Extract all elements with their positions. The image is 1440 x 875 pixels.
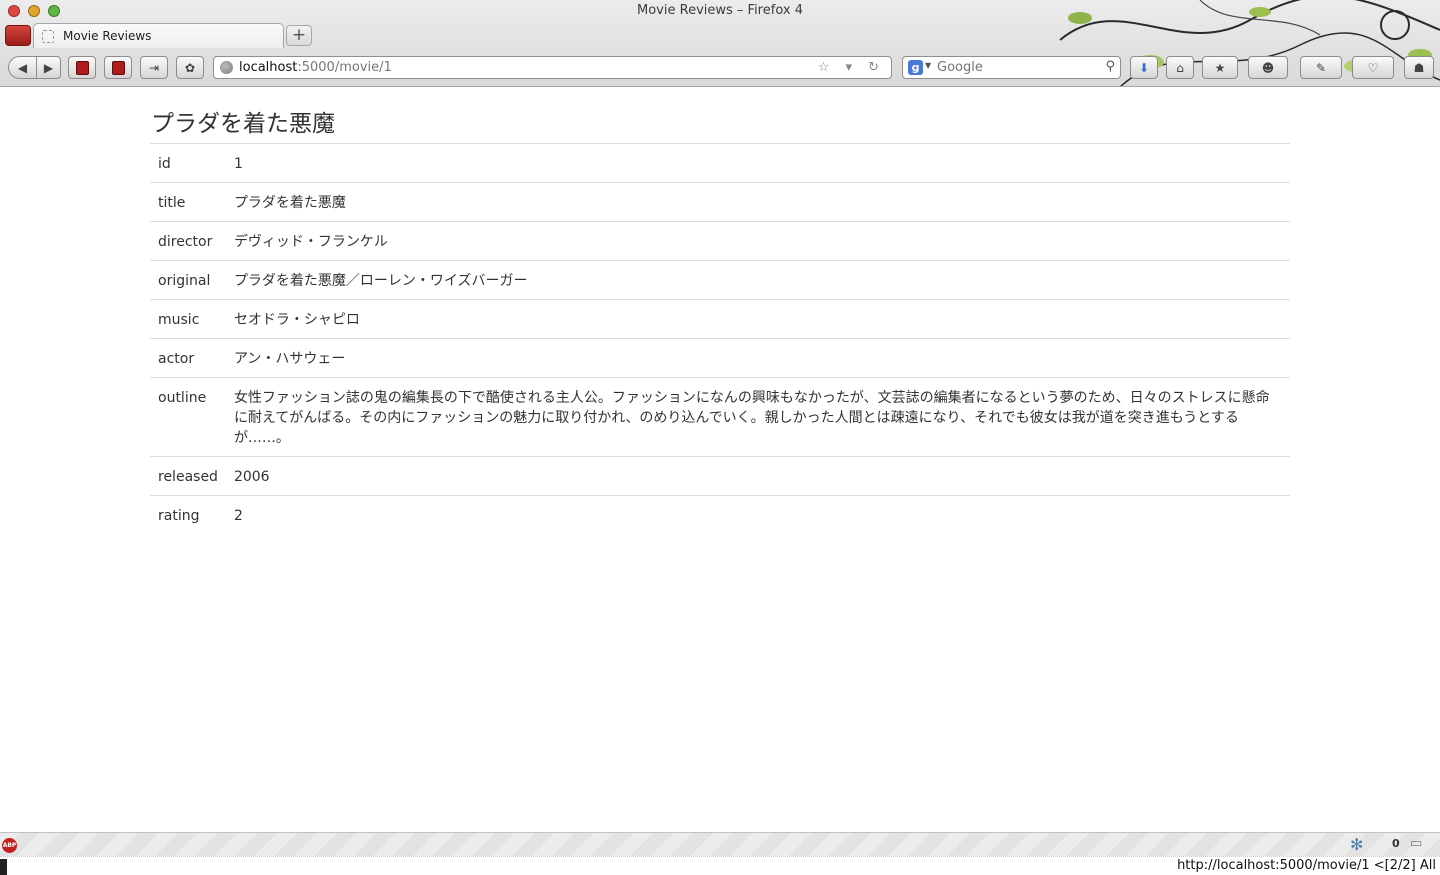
url-bar[interactable]: localhost:5000/movie/1 ☆ ▾ ↻: [213, 56, 892, 79]
back-button[interactable]: ◀: [8, 56, 37, 79]
bookmark-red-book-button[interactable]: [68, 56, 96, 79]
home-icon: ⌂: [1176, 60, 1184, 75]
downloads-button[interactable]: ⬇: [1130, 56, 1158, 79]
greasemonkey-button[interactable]: ☻: [1248, 56, 1288, 79]
google-icon[interactable]: g: [908, 60, 923, 75]
tab-label: Movie Reviews: [63, 29, 152, 43]
field-key: original: [150, 260, 226, 300]
puzzle-icon: ✿: [184, 60, 196, 75]
field-value: 2006: [225, 456, 1290, 496]
navigation-toolbar: ◀ ▶ ⇥ ✿ localhost:5000/movie/1 ☆ ▾ ↻ g ▼…: [0, 50, 1440, 86]
field-key: music: [150, 299, 226, 339]
search-icon[interactable]: ⚲: [1105, 59, 1115, 74]
notification-count: 0: [1392, 837, 1400, 850]
field-key: outline: [150, 377, 226, 457]
bookmark-red-t-button[interactable]: [104, 56, 132, 79]
field-key: title: [150, 182, 226, 222]
firefox-app-menu-button[interactable]: [5, 25, 31, 46]
field-key: actor: [150, 338, 226, 378]
table-row: id 1: [150, 143, 1290, 183]
url-text[interactable]: localhost:5000/movie/1: [239, 60, 392, 75]
search-input[interactable]: [937, 60, 1097, 75]
field-value: 2: [225, 495, 1290, 534]
page-favicon-icon: [42, 30, 54, 43]
table-row: rating 2: [150, 495, 1290, 534]
adblock-plus-icon[interactable]: ABP: [2, 838, 17, 853]
speech-bubble-icon[interactable]: ▭: [1410, 836, 1422, 851]
url-path: :5000/movie/1: [297, 60, 392, 75]
table-row: released 2006: [150, 456, 1290, 496]
field-value: デヴィッド・フランケル: [225, 221, 1290, 261]
avatar-icon: ☗: [1413, 60, 1425, 75]
star-icon: ★: [1214, 60, 1226, 75]
field-value: 女性ファッション誌の鬼の編集長の下で酷使される主人公。ファッションになんの興味も…: [225, 377, 1290, 457]
gear-icon[interactable]: ✻: [1350, 835, 1363, 854]
field-value: アン・ハサウェー: [225, 338, 1290, 378]
table-row: title プラダを着た悪魔: [150, 182, 1290, 222]
table-row: actor アン・ハサウェー: [150, 338, 1290, 378]
globe-icon: [220, 61, 233, 74]
status-text: http://localhost:5000/movie/1 <[2/2] All: [1177, 858, 1436, 873]
field-key: released: [150, 456, 226, 496]
t-icon: [111, 60, 125, 75]
window-title: Movie Reviews – Firefox 4: [637, 3, 803, 18]
extension-button[interactable]: ✿: [176, 56, 204, 79]
new-tab-button[interactable]: +: [286, 25, 312, 46]
table-row: outline 女性ファッション誌の鬼の編集長の下で酷使される主人公。ファッション…: [150, 377, 1290, 457]
field-key: director: [150, 221, 226, 261]
status-bar: http://localhost:5000/movie/1 <[2/2] All: [0, 856, 1440, 875]
field-value: セオドラ・シャピロ: [225, 299, 1290, 339]
page-title: プラダを着た悪魔: [151, 111, 335, 137]
book-icon: [75, 60, 89, 75]
page-content: プラダを着た悪魔 id 1 title プラダを着た悪魔 director デヴィッド…: [0, 88, 1440, 832]
field-key: id: [150, 143, 226, 183]
browser-chrome: Movie Reviews – Firefox 4 Movie Reviews …: [0, 0, 1440, 87]
pocket-button[interactable]: ♡: [1352, 56, 1394, 79]
table-row: music セオドラ・シャピロ: [150, 299, 1290, 339]
field-value: プラダを着た悪魔／ローレン・ワイズバーガー: [225, 260, 1290, 300]
table-row: original プラダを着た悪魔／ローレン・ワイズバーガー: [150, 260, 1290, 300]
share-button[interactable]: ⇥: [140, 56, 168, 79]
avatar-button[interactable]: ☗: [1404, 56, 1434, 79]
tab-movie-reviews[interactable]: Movie Reviews: [33, 23, 284, 48]
forward-button[interactable]: ▶: [36, 56, 61, 79]
url-bar-icons[interactable]: ☆ ▾ ↻: [818, 60, 885, 75]
bookmarks-menu-button[interactable]: ★: [1202, 56, 1238, 79]
field-key: rating: [150, 495, 226, 534]
search-bar[interactable]: g ▼ ⚲: [902, 56, 1121, 79]
field-value: プラダを着た悪魔: [225, 182, 1290, 222]
field-value: 1: [225, 143, 1290, 183]
chevron-down-icon[interactable]: ▼: [925, 61, 931, 70]
export-icon: ⇥: [148, 60, 160, 75]
title-bar: Movie Reviews – Firefox 4: [0, 0, 1440, 22]
url-host: localhost: [239, 60, 298, 75]
monkey-icon: ☻: [1261, 60, 1275, 75]
wrench-icon: ✎: [1315, 60, 1327, 75]
addon-bar: ABP ✻ 0 ▭: [0, 832, 1440, 856]
command-line-cursor: [0, 859, 7, 875]
download-icon: ⬇: [1138, 60, 1150, 75]
home-button[interactable]: ⌂: [1166, 56, 1194, 79]
table-row: director デヴィッド・フランケル: [150, 221, 1290, 261]
movie-details-table: id 1 title プラダを着た悪魔 director デヴィッド・フランケル or…: [150, 143, 1290, 534]
tools-button[interactable]: ✎: [1300, 56, 1342, 79]
pocket-icon: ♡: [1367, 60, 1379, 75]
